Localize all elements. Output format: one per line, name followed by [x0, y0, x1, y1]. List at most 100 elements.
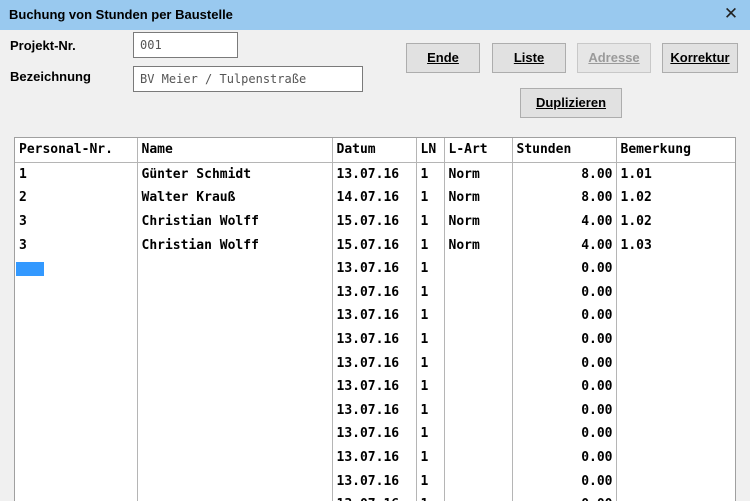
- cell-stunden[interactable]: 0.00: [512, 280, 617, 305]
- cell-l-art[interactable]: [444, 374, 513, 399]
- cell-datum[interactable]: 13.07.16: [332, 469, 417, 493]
- cell-ln[interactable]: 1: [416, 327, 445, 352]
- cell-datum[interactable]: 15.07.16: [332, 233, 417, 257]
- cell-personal-nr[interactable]: [15, 256, 138, 281]
- cell-stunden[interactable]: 4.00: [512, 209, 617, 234]
- table-row[interactable]: 13.07.161 0.00: [15, 374, 735, 399]
- cell-bemerkung[interactable]: 1.03: [616, 233, 735, 257]
- cell-personal-nr[interactable]: [15, 374, 138, 399]
- cell-ln[interactable]: 1: [416, 469, 445, 493]
- cell-name[interactable]: [137, 304, 333, 328]
- ende-button[interactable]: Ende: [406, 43, 480, 73]
- cell-name[interactable]: Günter Schmidt: [137, 162, 333, 187]
- cell-l-art[interactable]: [444, 327, 513, 352]
- cell-datum[interactable]: 13.07.16: [332, 398, 417, 423]
- cell-name[interactable]: [137, 374, 333, 399]
- cell-datum[interactable]: 13.07.16: [332, 374, 417, 399]
- cell-personal-nr[interactable]: [15, 327, 138, 352]
- cell-name[interactable]: [137, 280, 333, 305]
- cell-datum[interactable]: 13.07.16: [332, 422, 417, 446]
- table-row[interactable]: 13.07.161 0.00: [15, 256, 735, 281]
- liste-button[interactable]: Liste: [492, 43, 566, 73]
- column-header-name[interactable]: Name: [137, 138, 333, 163]
- cell-ln[interactable]: 1: [416, 445, 445, 470]
- cell-l-art[interactable]: [444, 351, 513, 375]
- cell-l-art[interactable]: [444, 422, 513, 446]
- cell-ln[interactable]: 1: [416, 351, 445, 375]
- duplizieren-button[interactable]: Duplizieren: [520, 88, 622, 118]
- cell-personal-nr[interactable]: 1: [15, 162, 138, 187]
- korrektur-button[interactable]: Korrektur: [662, 43, 738, 73]
- cell-l-art[interactable]: [444, 256, 513, 281]
- cell-ln[interactable]: 1: [416, 304, 445, 328]
- cell-personal-nr[interactable]: [15, 398, 138, 423]
- cell-l-art[interactable]: Norm: [444, 209, 513, 234]
- cell-ln[interactable]: 1: [416, 374, 445, 399]
- table-row[interactable]: 13.07.161 0.00: [15, 398, 735, 423]
- cell-stunden[interactable]: 0.00: [512, 374, 617, 399]
- booking-grid[interactable]: Personal-Nr. Name Datum LN L-Art Stunden Bemer…: [14, 137, 736, 501]
- cell-bemerkung[interactable]: [616, 493, 735, 501]
- cell-personal-nr[interactable]: 3: [15, 233, 138, 257]
- cell-stunden[interactable]: 8.00: [512, 162, 617, 187]
- cell-name[interactable]: [137, 351, 333, 375]
- cell-bemerkung[interactable]: [616, 304, 735, 328]
- column-header-l-art[interactable]: L-Art: [444, 138, 513, 163]
- cell-l-art[interactable]: [444, 304, 513, 328]
- cell-datum[interactable]: 13.07.16: [332, 280, 417, 305]
- cell-bemerkung[interactable]: 1.02: [616, 210, 735, 234]
- cell-l-art[interactable]: [444, 445, 513, 470]
- table-row[interactable]: 13.07.161 0.00: [15, 469, 735, 493]
- cell-ln[interactable]: 1: [416, 162, 445, 187]
- cell-personal-nr[interactable]: [15, 280, 138, 305]
- cell-name[interactable]: Christian Wolff: [137, 209, 333, 234]
- cell-datum[interactable]: 14.07.16: [332, 186, 417, 210]
- cell-bemerkung[interactable]: [616, 281, 735, 305]
- cell-personal-nr[interactable]: [15, 445, 138, 470]
- cell-personal-nr[interactable]: [15, 469, 138, 493]
- cell-bemerkung[interactable]: [616, 422, 735, 446]
- table-row[interactable]: 13.07.161 0.00: [15, 422, 735, 446]
- column-header-ln[interactable]: LN: [416, 138, 445, 163]
- cell-l-art[interactable]: Norm: [444, 162, 513, 187]
- cell-name[interactable]: [137, 445, 333, 470]
- table-row[interactable]: 13.07.161 0.00: [15, 304, 735, 328]
- cell-personal-nr[interactable]: 2: [15, 186, 138, 210]
- column-header-bemerkung[interactable]: Bemerkung: [616, 138, 735, 163]
- cell-ln[interactable]: 1: [416, 398, 445, 423]
- table-row[interactable]: 13.07.161 0.00: [15, 351, 735, 375]
- cell-datum[interactable]: 13.07.16: [332, 256, 417, 281]
- cell-stunden[interactable]: 0.00: [512, 492, 617, 501]
- table-row[interactable]: 2 Walter Krauß 14.07.16 1 Norm 8.00 1.02: [15, 186, 735, 210]
- cell-datum[interactable]: 15.07.16: [332, 209, 417, 234]
- cell-name[interactable]: [137, 422, 333, 446]
- cell-name[interactable]: [137, 469, 333, 493]
- cell-stunden[interactable]: 0.00: [512, 304, 617, 328]
- cell-stunden[interactable]: 0.00: [512, 327, 617, 352]
- cell-personal-nr[interactable]: [15, 422, 138, 446]
- cell-ln[interactable]: 1: [416, 422, 445, 446]
- cell-datum[interactable]: 13.07.16: [332, 445, 417, 470]
- cell-name[interactable]: [137, 492, 333, 501]
- cell-l-art[interactable]: [444, 280, 513, 305]
- bezeichnung-field[interactable]: BV Meier / Tulpenstraße: [133, 66, 363, 92]
- cell-stunden[interactable]: 0.00: [512, 445, 617, 470]
- cell-ln[interactable]: 1: [416, 492, 445, 501]
- table-row[interactable]: 13.07.161 0.00: [15, 327, 735, 352]
- cell-ln[interactable]: 1: [416, 280, 445, 305]
- cell-stunden[interactable]: 0.00: [512, 256, 617, 281]
- cell-ln[interactable]: 1: [416, 186, 445, 210]
- cell-l-art[interactable]: [444, 398, 513, 423]
- close-icon[interactable]: ✕: [720, 3, 742, 25]
- table-row[interactable]: 3 Christian Wolff 15.07.16 1 Norm 4.00 1.02: [15, 209, 735, 234]
- cell-ln[interactable]: 1: [416, 256, 445, 281]
- table-row[interactable]: 13.07.161 0.00: [15, 280, 735, 305]
- cell-datum[interactable]: 13.07.16: [332, 162, 417, 187]
- cell-l-art[interactable]: Norm: [444, 186, 513, 210]
- cell-personal-nr[interactable]: [15, 492, 138, 501]
- cell-l-art[interactable]: Norm: [444, 233, 513, 257]
- cell-stunden[interactable]: 8.00: [512, 186, 617, 210]
- column-header-personal-nr[interactable]: Personal-Nr.: [15, 138, 138, 163]
- cell-name[interactable]: [137, 327, 333, 352]
- cell-datum[interactable]: 13.07.16: [332, 492, 417, 501]
